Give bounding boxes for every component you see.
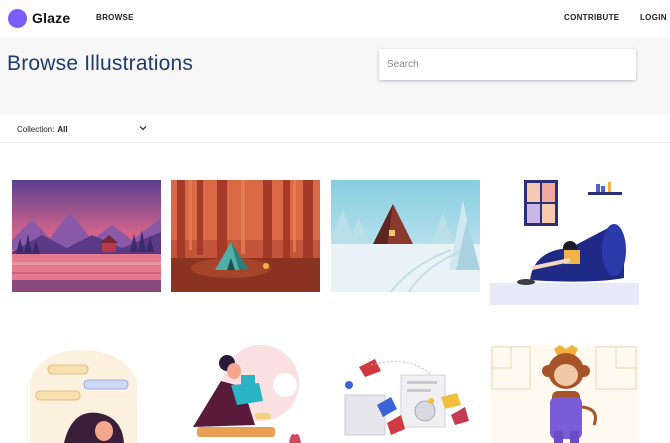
- top-navigation: Glaze BROWSE CONTRIBUTE LOGIN: [0, 0, 670, 38]
- snowy-cabin-illustration: [331, 180, 480, 292]
- collection-dropdown[interactable]: Collection: All: [17, 122, 149, 136]
- illustration-card-team-gears[interactable]: [331, 345, 480, 443]
- illustration-card-reading-armchair[interactable]: [490, 180, 639, 305]
- nav-browse-link[interactable]: BROWSE: [96, 13, 134, 22]
- laptop-worker-illustration: [171, 345, 320, 443]
- collection-value: All: [57, 124, 68, 134]
- chat-bubbles-illustration: [12, 345, 161, 443]
- illustration-card-snowy-cabin[interactable]: [331, 180, 480, 292]
- logo-icon: [8, 8, 27, 28]
- illustration-card-chat-bubbles[interactable]: [12, 345, 161, 443]
- collection-label: Collection:: [17, 124, 55, 134]
- illustration-card-forest-camp[interactable]: [171, 180, 320, 292]
- monkey-illustration: [490, 345, 639, 443]
- reading-armchair-illustration: [490, 180, 639, 305]
- search-input[interactable]: [379, 49, 636, 80]
- illustration-card-sunset-lake[interactable]: [12, 180, 161, 292]
- nav-contribute-link[interactable]: CONTRIBUTE: [564, 13, 619, 22]
- chevron-down-icon: [139, 126, 147, 131]
- illustration-card-laptop-worker[interactable]: [171, 345, 320, 443]
- page-header: Browse Illustrations: [0, 38, 670, 115]
- page-title: Browse Illustrations: [7, 52, 194, 75]
- filter-bar: Collection: All: [0, 114, 670, 143]
- brand-name: Glaze: [32, 10, 71, 26]
- illustration-card-monkey[interactable]: [490, 345, 639, 443]
- sunset-lake-illustration: [12, 180, 161, 292]
- brand-logo[interactable]: Glaze: [8, 7, 70, 29]
- team-gears-illustration: [331, 345, 480, 443]
- nav-login-link[interactable]: LOGIN: [640, 13, 667, 22]
- forest-camp-illustration: [171, 180, 320, 292]
